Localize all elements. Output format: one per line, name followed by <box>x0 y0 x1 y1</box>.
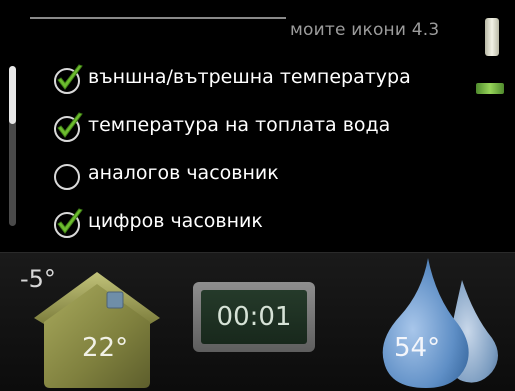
option-label: цифров часовник <box>88 210 263 232</box>
option-analog-clock[interactable]: аналогов часовник <box>52 156 472 194</box>
option-outdoor-indoor-temperature[interactable]: външна/вътрешна температура <box>52 60 472 98</box>
my-icons-menu: моите икони 4.3 външна/вътрешна температ… <box>0 0 515 250</box>
option-label: външна/вътрешна температура <box>88 66 411 88</box>
display-screen: моите икони 4.3 външна/вътрешна температ… <box>0 0 515 391</box>
checkbox-checked-icon[interactable] <box>52 206 86 240</box>
status-indicator-icon <box>476 83 504 94</box>
checkbox-checked-icon[interactable] <box>52 110 86 144</box>
checkbox-checked-icon[interactable] <box>52 62 86 96</box>
option-digital-clock[interactable]: цифров часовник <box>52 204 472 242</box>
clock-time: 00:01 <box>216 302 292 332</box>
indoor-temperature: 22° <box>82 333 129 363</box>
option-hot-water-temperature[interactable]: температура на топлата вода <box>52 108 472 146</box>
title-divider <box>30 17 286 19</box>
level-indicator-icon <box>485 18 499 56</box>
menu-scrollbar[interactable] <box>9 66 16 226</box>
digital-clock[interactable]: 00:01 <box>193 282 315 352</box>
scrollbar-thumb[interactable] <box>9 66 16 124</box>
clock-display: 00:01 <box>201 290 307 344</box>
checkbox-unchecked-icon[interactable] <box>52 158 86 192</box>
hot-water-temperature: 54° <box>394 333 441 363</box>
outdoor-temperature: -5° <box>20 265 56 293</box>
water-drop-icon[interactable] <box>370 258 510 390</box>
option-label: аналогов часовник <box>88 162 279 184</box>
option-label: температура на топлата вода <box>88 114 391 136</box>
menu-title: моите икони 4.3 <box>290 20 440 40</box>
